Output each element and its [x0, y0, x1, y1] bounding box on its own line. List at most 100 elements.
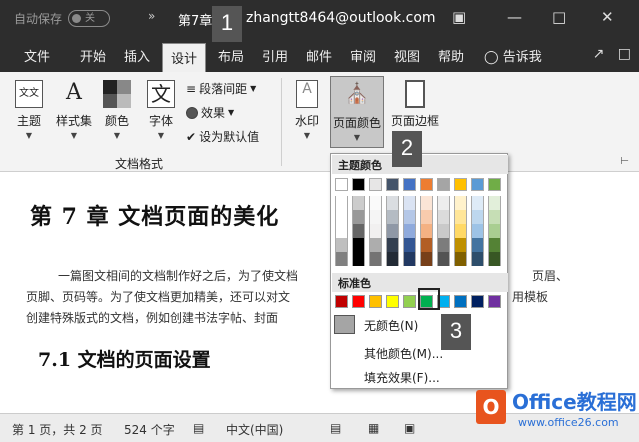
pin-ribbon-icon[interactable]: ⊢	[620, 156, 629, 167]
set-as-default-button[interactable]: ✔ 设为默认值	[186, 128, 259, 145]
color-swatch[interactable]	[454, 238, 467, 252]
word-count[interactable]: 524 个字	[124, 421, 175, 438]
color-swatch[interactable]	[335, 224, 348, 238]
color-swatch[interactable]	[437, 224, 450, 238]
close-icon[interactable]: ✕	[601, 8, 614, 26]
color-swatch[interactable]	[352, 210, 365, 224]
color-swatch[interactable]	[420, 238, 433, 252]
color-swatch[interactable]	[471, 196, 484, 210]
quick-access-more-icon[interactable]: »	[148, 9, 155, 23]
color-swatch[interactable]	[386, 178, 399, 191]
color-swatch[interactable]	[403, 252, 416, 266]
color-swatch[interactable]	[335, 252, 348, 266]
user-account[interactable]: zhangtt8464@outlook.com	[246, 10, 436, 26]
minimize-icon[interactable]: —	[507, 8, 522, 26]
paragraph-spacing-button[interactable]: ≡ 段落间距 ▼	[186, 80, 256, 97]
color-swatch[interactable]	[335, 238, 348, 252]
color-swatch[interactable]	[488, 238, 501, 252]
color-swatch[interactable]	[488, 178, 501, 191]
no-color-swatch[interactable]	[334, 315, 355, 334]
color-swatch[interactable]	[437, 196, 450, 210]
color-swatch[interactable]	[386, 196, 399, 210]
color-swatch[interactable]	[403, 210, 416, 224]
color-swatch[interactable]	[420, 224, 433, 238]
color-swatch[interactable]	[420, 196, 433, 210]
watermark-button[interactable]: A 水印 ▼	[290, 80, 324, 140]
color-swatch[interactable]	[369, 252, 382, 266]
theme-button[interactable]: 文文 主题 ▼	[12, 80, 46, 140]
color-swatch[interactable]	[403, 178, 416, 191]
color-swatch[interactable]	[420, 252, 433, 266]
color-swatch[interactable]	[352, 238, 365, 252]
standard-color-swatch[interactable]	[352, 295, 365, 308]
color-swatch[interactable]	[471, 252, 484, 266]
color-swatch[interactable]	[420, 210, 433, 224]
color-swatch[interactable]	[437, 238, 450, 252]
color-swatch[interactable]	[403, 196, 416, 210]
print-layout-icon[interactable]: ▦	[368, 421, 379, 435]
color-swatch[interactable]	[454, 210, 467, 224]
color-swatch[interactable]	[488, 224, 501, 238]
page-color-button[interactable]: ⛪ 页面颜色 ▼	[330, 76, 384, 148]
more-colors-option[interactable]: 其他颜色(M)...	[364, 345, 443, 362]
effects-button[interactable]: 效果 ▼	[186, 104, 234, 121]
page-count[interactable]: 第 1 页，共 2 页	[12, 421, 103, 438]
tab-view[interactable]: 视图	[394, 46, 420, 65]
language[interactable]: 中文(中国)	[226, 421, 283, 438]
color-swatch[interactable]	[488, 210, 501, 224]
tab-design[interactable]: 设计	[162, 43, 207, 72]
fill-effects-option[interactable]: 填充效果(F)...	[364, 369, 440, 386]
tab-help[interactable]: 帮助	[438, 46, 464, 65]
color-swatch[interactable]	[403, 224, 416, 238]
color-swatch[interactable]	[369, 238, 382, 252]
color-swatch[interactable]	[352, 178, 365, 191]
color-swatch[interactable]	[369, 196, 382, 210]
color-swatch[interactable]	[454, 178, 467, 191]
tab-review[interactable]: 审阅	[350, 46, 376, 65]
standard-color-swatch[interactable]	[369, 295, 382, 308]
color-swatch[interactable]	[454, 196, 467, 210]
comments-icon[interactable]: □	[618, 46, 631, 62]
color-swatch[interactable]	[386, 238, 399, 252]
color-swatch[interactable]	[369, 178, 382, 191]
tab-mailings[interactable]: 邮件	[306, 46, 332, 65]
color-swatch[interactable]	[352, 196, 365, 210]
tab-layout[interactable]: 布局	[218, 46, 244, 65]
color-swatch[interactable]	[471, 210, 484, 224]
colors-button[interactable]: 颜色 ▼	[100, 80, 134, 140]
color-swatch[interactable]	[335, 178, 348, 191]
color-swatch[interactable]	[403, 238, 416, 252]
document-area[interactable]: 第 7 章 文档页面的美化 一篇图文相间的文档制作好之后，为了使文档 页眉、 页…	[0, 173, 639, 413]
tab-insert[interactable]: 插入	[124, 46, 150, 65]
proofing-icon[interactable]: ▤	[193, 421, 204, 435]
page-borders-button[interactable]: 页面边框	[388, 80, 442, 129]
autosave-control[interactable]: 自动保存 关	[14, 10, 111, 27]
color-swatch[interactable]	[454, 252, 467, 266]
color-swatch[interactable]	[386, 210, 399, 224]
color-swatch[interactable]	[386, 252, 399, 266]
tab-references[interactable]: 引用	[262, 46, 288, 65]
color-swatch[interactable]	[471, 224, 484, 238]
read-mode-icon[interactable]: ▤	[330, 421, 341, 435]
standard-color-swatch[interactable]	[386, 295, 399, 308]
standard-color-swatch[interactable]	[454, 295, 467, 308]
standard-color-swatch[interactable]	[403, 295, 416, 308]
color-swatch[interactable]	[420, 178, 433, 191]
standard-color-swatch[interactable]	[471, 295, 484, 308]
color-swatch[interactable]	[437, 252, 450, 266]
tab-home[interactable]: 开始	[80, 46, 106, 65]
color-swatch[interactable]	[352, 224, 365, 238]
tab-file[interactable]: 文件	[24, 46, 50, 65]
color-swatch[interactable]	[335, 196, 348, 210]
restore-icon[interactable]: □	[552, 8, 566, 26]
color-swatch[interactable]	[454, 224, 467, 238]
no-color-option[interactable]: 无颜色(N)	[364, 317, 418, 334]
tell-me-search[interactable]: ◯ 告诉我	[484, 46, 542, 65]
color-swatch[interactable]	[471, 178, 484, 191]
standard-color-swatch[interactable]	[488, 295, 501, 308]
color-swatch[interactable]	[352, 252, 365, 266]
autosave-toggle[interactable]: 关	[68, 10, 111, 27]
color-swatch[interactable]	[488, 196, 501, 210]
color-swatch[interactable]	[437, 178, 450, 191]
style-set-button[interactable]: A 样式集 ▼	[52, 80, 96, 140]
